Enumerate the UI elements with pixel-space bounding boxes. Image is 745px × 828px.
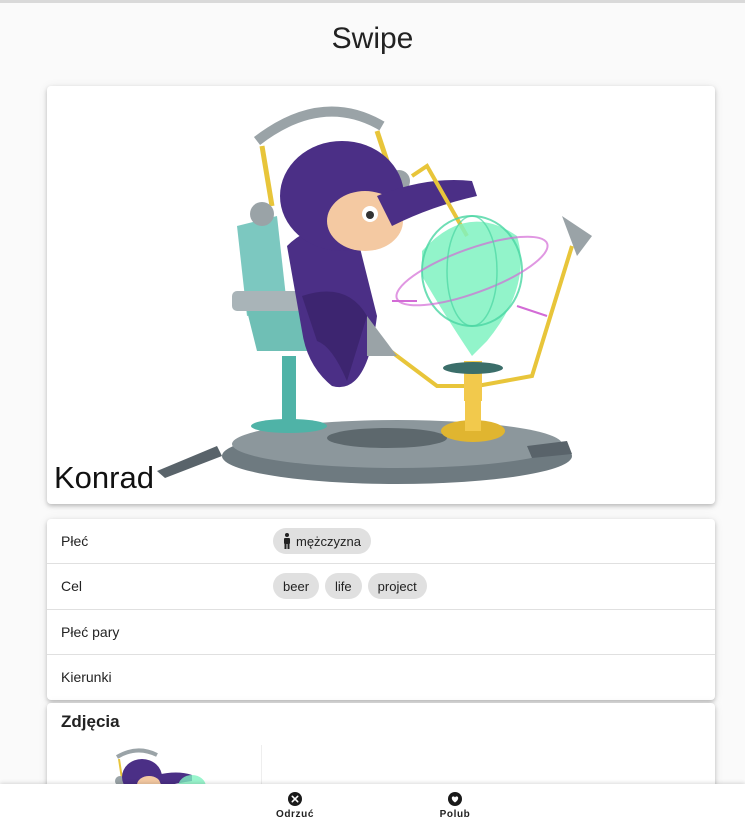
detail-row-gender: Płeć mężczyzna [47,519,715,565]
detail-row-goal: Cel beer life project [47,564,715,610]
profile-card[interactable]: Konrad [47,86,715,504]
chip-goal: beer [273,573,320,600]
detail-row-partner-gender: Płeć pary [47,610,715,655]
chip-goal: project [367,573,427,600]
heart-circle-icon [448,792,462,806]
chip-gender: mężczyzna [273,528,372,555]
page-title: Swipe [331,22,414,55]
detail-label: Płeć [61,533,89,550]
reject-label: Odrzuć [275,809,315,820]
detail-values: mężczyzna [273,528,372,555]
detail-label: Cel [61,578,83,595]
profile-details-list: Płeć mężczyzna Cel beer life project Płe… [47,519,715,700]
detail-row-directions: Kierunki [47,655,715,700]
top-divider [0,0,745,3]
chip-label: mężczyzna [296,533,362,549]
like-button[interactable]: Polub [410,784,500,828]
like-label: Polub [439,809,471,820]
bottom-action-bar: Odrzuć Polub [0,784,745,828]
male-icon [284,533,290,550]
profile-name: Konrad [54,460,154,495]
chip-goal: life [325,573,362,600]
profile-photo [157,106,592,484]
detail-values: beer life project [273,573,427,600]
photos-title: Zdjęcia [61,712,120,731]
detail-label: Kierunki [61,669,112,686]
detail-label: Płeć pary [61,623,120,640]
close-circle-icon [288,792,302,806]
reject-button[interactable]: Odrzuć [250,784,340,828]
